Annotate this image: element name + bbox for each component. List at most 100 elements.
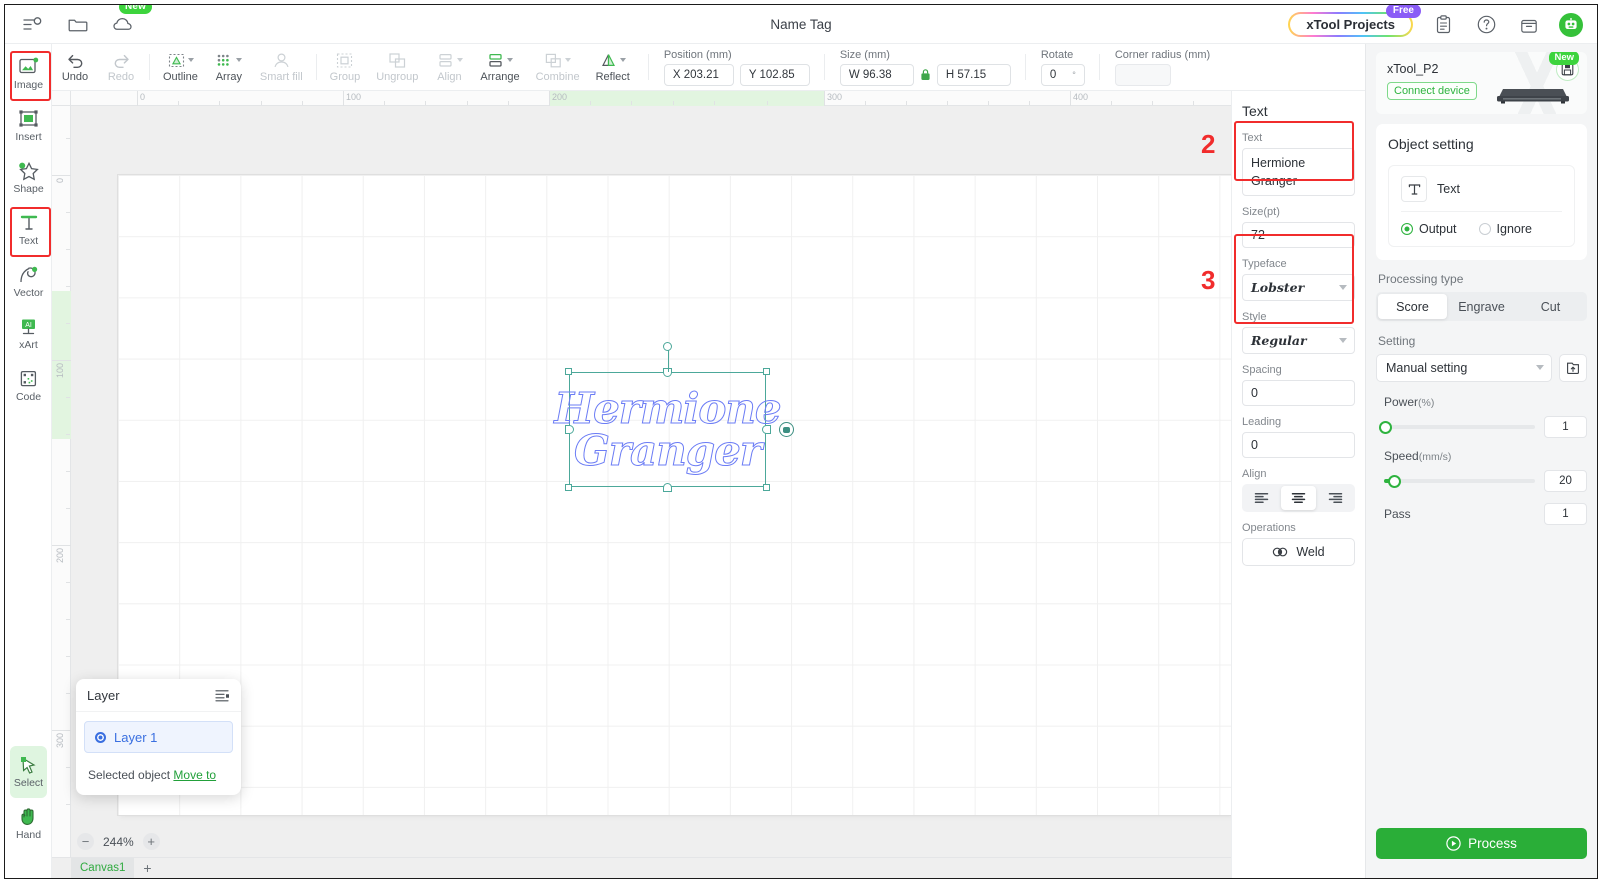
resize-handle-left[interactable]: [564, 425, 574, 434]
toolbar-group[interactable]: Group: [322, 45, 369, 90]
processing-type-engrave[interactable]: Engrave: [1447, 294, 1516, 319]
style-label: Style: [1242, 311, 1267, 324]
align-center-button[interactable]: [1281, 486, 1316, 511]
ruler-h-label: 400: [1073, 92, 1089, 102]
sidebar-bottom-group: Select Hand: [5, 746, 52, 850]
sidebar-item-image[interactable]: Image: [5, 48, 52, 101]
avatar[interactable]: [1559, 12, 1583, 37]
speed-value-input[interactable]: 20: [1544, 470, 1587, 492]
resize-handle-bottom[interactable]: [663, 482, 672, 492]
help-circle-icon[interactable]: [1473, 12, 1499, 38]
chevron-down-icon[interactable]: [620, 58, 627, 62]
setting-select[interactable]: Manual setting: [1376, 354, 1552, 382]
import-setting-icon[interactable]: [1559, 354, 1587, 382]
position-x-input[interactable]: X 203.21: [663, 63, 734, 86]
processing-type-cut[interactable]: Cut: [1516, 294, 1585, 319]
align-left-button[interactable]: [1244, 486, 1279, 510]
layer-panel-header: Layer: [76, 679, 241, 712]
weld-icon: [1272, 546, 1288, 558]
sidebar-item-xart[interactable]: AI xArt: [5, 308, 52, 360]
process-label: Process: [1468, 836, 1517, 851]
toolbar-outline[interactable]: Outline: [155, 45, 206, 90]
resize-handle-right[interactable]: [761, 425, 771, 434]
position-y-input[interactable]: Y 102.85: [739, 63, 810, 86]
size-h-input[interactable]: H 57.15: [936, 63, 1011, 86]
layer-item[interactable]: Layer 1: [84, 721, 233, 753]
layer-radio-icon[interactable]: [95, 731, 106, 743]
device-name: xTool_P2: [1387, 62, 1439, 76]
style-select[interactable]: Regular: [1242, 327, 1355, 355]
align-right-button[interactable]: [1318, 486, 1353, 510]
work-bed[interactable]: Hermione Granger: [118, 175, 1231, 815]
sidebar-item-vector[interactable]: Vector: [5, 256, 52, 308]
typeface-label: Typeface: [1242, 258, 1287, 271]
shopping-bag-icon[interactable]: [1516, 12, 1542, 38]
toolbar-ungroup[interactable]: Ungroup: [368, 45, 426, 90]
toolbar-smart-fill[interactable]: Smart fill: [252, 45, 311, 90]
pass-value-input[interactable]: 1: [1544, 503, 1587, 525]
edit-text-handle[interactable]: [779, 422, 794, 437]
output-radio[interactable]: Output: [1401, 222, 1457, 236]
device-card[interactable]: New xTool_P2 Connect device: [1376, 52, 1587, 114]
sidebar-item-code[interactable]: Code: [5, 360, 52, 412]
power-slider[interactable]: [1379, 420, 1535, 434]
lock-closed-icon[interactable]: [920, 68, 931, 81]
processing-type-score[interactable]: Score: [1378, 294, 1447, 319]
canvas-area[interactable]: 0 100 200 300 400 500: [52, 91, 1231, 878]
power-value-input[interactable]: 1: [1544, 416, 1587, 438]
add-canvas-button[interactable]: +: [138, 860, 156, 876]
chevron-down-icon[interactable]: [456, 58, 463, 62]
toolbar-undo[interactable]: Undo: [52, 45, 98, 90]
weld-button[interactable]: Weld: [1242, 538, 1355, 567]
resize-handle-br[interactable]: [763, 484, 770, 491]
move-to-link[interactable]: Move to: [173, 768, 216, 782]
sidebar-item-shape[interactable]: Shape: [5, 152, 52, 204]
toolbar-combine[interactable]: Combine: [528, 45, 588, 90]
corner-radius-input[interactable]: [1114, 63, 1171, 86]
sidebar-item-hand[interactable]: Hand: [5, 798, 52, 850]
resize-handle-tr[interactable]: [763, 368, 770, 375]
resize-handle-tl[interactable]: [565, 368, 572, 375]
speed-label: Speed(mm/s): [1384, 449, 1587, 463]
layer-list-icon[interactable]: [215, 689, 230, 702]
sidebar-item-insert[interactable]: Insert: [5, 100, 52, 152]
cursor-select-icon: [20, 756, 36, 774]
chevron-down-icon[interactable]: [236, 58, 243, 62]
plus-icon[interactable]: +: [142, 833, 160, 850]
speed-slider[interactable]: [1384, 474, 1535, 488]
clipboard-icon[interactable]: [1430, 12, 1456, 38]
rotate-input[interactable]: 0 °: [1040, 63, 1085, 86]
corner-radius-label: Corner radius (mm): [1114, 48, 1211, 61]
sidebar-item-text[interactable]: Text: [5, 204, 52, 257]
tab-canvas1[interactable]: Canvas1: [71, 857, 135, 878]
rotate-handle[interactable]: [663, 342, 672, 351]
chevron-down-icon[interactable]: [187, 58, 194, 62]
leading-field-group: Leading 0: [1242, 416, 1355, 459]
horizontal-ruler: 0 100 200 300 400 500: [71, 91, 1231, 106]
selected-text-object[interactable]: Hermione Granger: [554, 342, 794, 492]
sidebar-item-label: Vector: [13, 287, 44, 299]
toolbar-reflect[interactable]: Reflect: [588, 45, 638, 90]
xtool-projects-button[interactable]: xTool Projects Free: [1288, 5, 1421, 37]
connect-device-button[interactable]: Connect device: [1387, 82, 1477, 100]
toolbar-redo[interactable]: Redo: [98, 45, 144, 90]
annotation-3: 3: [1201, 265, 1216, 295]
resize-handle-bl[interactable]: [565, 484, 572, 491]
toolbar-array[interactable]: Array: [206, 45, 252, 90]
font-size-input[interactable]: 72: [1242, 222, 1355, 249]
process-button[interactable]: Process: [1376, 828, 1587, 859]
chevron-down-icon[interactable]: [507, 58, 514, 62]
sidebar-item-select[interactable]: Select: [10, 746, 47, 798]
text-input[interactable]: Hermione Granger: [1242, 148, 1355, 197]
size-w-input[interactable]: W 96.38: [839, 63, 914, 86]
toolbar-arrange[interactable]: Arrange: [472, 45, 527, 90]
leading-input[interactable]: 0: [1242, 432, 1355, 459]
sidebar-item-label: Text: [18, 235, 39, 247]
ignore-radio[interactable]: Ignore: [1478, 222, 1532, 236]
chevron-down-icon[interactable]: [565, 58, 572, 62]
minus-icon[interactable]: −: [77, 833, 94, 850]
spacing-input[interactable]: 0: [1242, 380, 1355, 407]
typeface-select[interactable]: Lobster: [1242, 274, 1355, 302]
toolbar-align[interactable]: Align: [426, 45, 472, 90]
layer-panel-footer: Selected object Move to: [76, 762, 241, 795]
